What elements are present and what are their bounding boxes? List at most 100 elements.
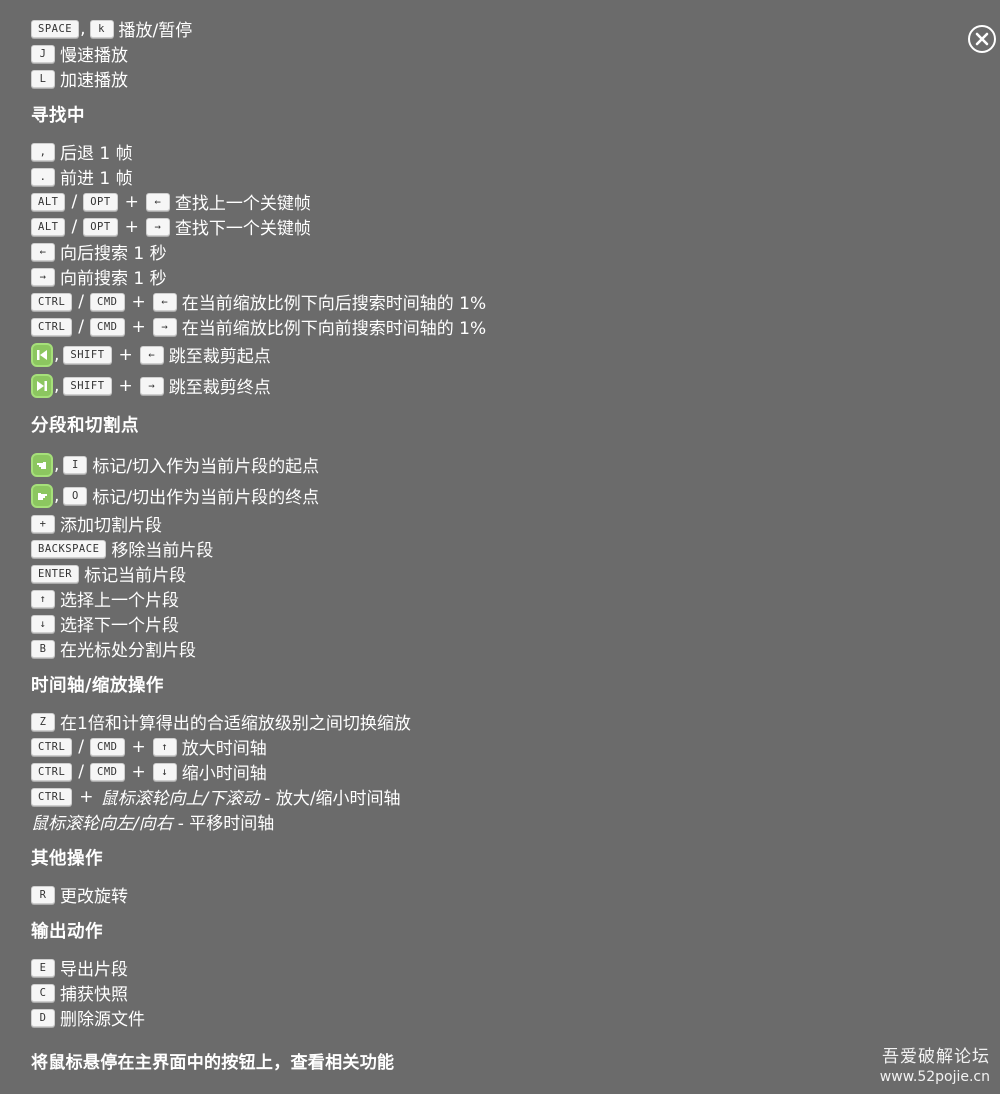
shortcut-desc: 向前搜索 1 秒 [60,269,167,289]
jump-to-cut-end-button[interactable] [31,373,53,398]
key-arrow-left: ← [152,292,177,311]
shortcut-row: ← 向后搜索 1 秒 [31,239,931,264]
shortcut-row: ENTER 标记当前片段 [31,561,931,586]
key-plus: + [31,514,55,533]
key-alt: ALT [31,217,66,236]
key-alt: ALT [31,192,66,211]
shortcut-row: ALT / OPT + → 查找下一个关键帧 [31,214,931,239]
jump-to-cut-start-icon [37,349,47,360]
key-k: k [89,19,114,38]
shortcut-row: D 删除源文件 [31,1005,931,1030]
shortcut-row: L 加速播放 [31,66,931,91]
shortcut-desc: - 平移时间轴 [177,814,275,834]
mouse-action: 鼠标滚轮向上/下滚动 [100,789,260,809]
shortcut-desc: 加速播放 [60,71,128,91]
shortcut-row: , SHIFT + → 跳至裁剪终点 [31,370,931,401]
section-heading-timeline: 时间轴/缩放操作 [31,676,164,696]
key-period: . [31,167,55,186]
shortcut-desc: 在光标处分割片段 [60,641,196,661]
shortcut-desc: 后退 1 帧 [60,144,133,164]
watermark-url: www.52pojie.cn [879,1069,990,1085]
key-arrow-left: ← [145,192,170,211]
section-heading-output: 输出动作 [31,922,103,942]
shortcut-row: CTRL / CMD + → 在当前缩放比例下向前搜索时间轴的 1% [31,314,931,339]
key-cmd: CMD [90,762,125,781]
shortcut-row: Z 在1倍和计算得出的合适缩放级别之间切换缩放 [31,709,931,734]
shortcut-desc: 缩小时间轴 [181,764,267,784]
shortcut-row: CTRL / CMD + ← 在当前缩放比例下向后搜索时间轴的 1% [31,289,931,314]
shortcut-desc: 查找下一个关键帧 [174,219,311,239]
key-shift: SHIFT [63,345,112,364]
set-cut-end-button[interactable] [31,483,53,508]
shortcut-row: ↑ 选择上一个片段 [31,586,931,611]
shortcut-desc: 在当前缩放比例下向前搜索时间轴的 1% [181,319,487,339]
key-arrow-up: ↑ [31,589,55,608]
key-arrow-left: ← [31,242,55,261]
key-arrow-left: ← [139,345,164,364]
shortcut-row: . 前进 1 帧 [31,164,931,189]
key-e: E [31,958,55,977]
key-arrow-down: ↓ [31,614,55,633]
key-c: C [31,983,55,1002]
watermark: 吾爱破解论坛 www.52pojie.cn [880,1046,990,1086]
shortcut-row: ALT / OPT + ← 查找上一个关键帧 [31,189,931,214]
shortcut-row: CTRL / CMD + ↑ 放大时间轴 [31,734,931,759]
section-heading-seeking: 寻找中 [31,106,85,126]
shortcut-desc: 标记/切入作为当前片段的起点 [92,457,320,477]
watermark-name: 吾爱破解论坛 [882,1047,990,1067]
key-opt: OPT [83,192,118,211]
shortcut-desc: - 放大/缩小时间轴 [264,789,401,809]
shortcut-desc: 选择上一个片段 [60,591,179,611]
key-b: B [31,639,55,658]
shortcut-desc: 添加切割片段 [60,516,162,536]
shortcut-row: + 添加切割片段 [31,511,931,536]
key-enter: ENTER [31,564,80,583]
shortcut-row: SPACE , k 播放/暂停 [31,16,931,41]
key-cmd: CMD [90,317,125,336]
key-ctrl: CTRL [31,317,73,336]
shortcut-desc: 删除源文件 [60,1010,145,1030]
hand-point-left-icon [37,461,46,469]
shortcut-desc: 前进 1 帧 [60,169,133,189]
shortcut-row: J 慢速播放 [31,41,931,66]
close-button[interactable] [968,25,996,53]
mouse-action: 鼠标滚轮向左/向右 [31,814,173,834]
shortcut-row: C 捕获快照 [31,980,931,1005]
keyboard-shortcuts-panel: 播放 SPACE , k 播放/暂停 J 慢速播放 L 加速播放 寻找中 , 后… [31,0,931,1073]
section-heading-segments: 分段和切割点 [31,416,139,436]
shortcut-desc: 向后搜索 1 秒 [60,244,167,264]
key-arrow-up: ↑ [152,737,177,756]
key-z: Z [31,712,55,731]
shortcut-row: BACKSPACE 移除当前片段 [31,536,931,561]
shortcut-desc: 慢速播放 [60,46,128,66]
key-backspace: BACKSPACE [31,539,107,558]
key-r: R [31,885,55,904]
shortcut-desc: 选择下一个片段 [60,616,179,636]
key-ctrl: CTRL [31,787,73,806]
shortcut-desc: 移除当前片段 [111,541,214,561]
shortcut-row: 鼠标滚轮向左/向右 - 平移时间轴 [31,809,931,834]
key-comma: , [31,142,55,161]
shortcut-desc: 更改旋转 [60,887,128,907]
jump-to-cut-start-button[interactable] [31,342,53,367]
key-arrow-right: → [152,317,177,336]
shortcut-desc: 导出片段 [60,960,128,980]
shortcut-row: , SHIFT + ← 跳至裁剪起点 [31,339,931,370]
close-icon [975,32,989,46]
shortcut-desc: 在1倍和计算得出的合适缩放级别之间切换缩放 [60,714,411,734]
shortcut-desc: 跳至裁剪终点 [168,378,271,398]
shortcut-row: CTRL + 鼠标滚轮向上/下滚动 - 放大/缩小时间轴 [31,784,931,809]
key-arrow-right: → [139,376,164,395]
key-o: O [63,486,88,505]
shortcut-row: B 在光标处分割片段 [31,636,931,661]
key-ctrl: CTRL [31,292,73,311]
key-cmd: CMD [90,737,125,756]
shortcut-desc: 查找上一个关键帧 [174,194,311,214]
hover-hint: 将鼠标悬停在主界面中的按钮上，查看相关功能 [31,1053,395,1073]
shortcut-row: E 导出片段 [31,955,931,980]
key-shift: SHIFT [63,376,112,395]
key-opt: OPT [83,217,118,236]
set-cut-start-button[interactable] [31,452,53,477]
section-heading-other: 其他操作 [31,849,103,869]
key-i: I [63,455,88,474]
